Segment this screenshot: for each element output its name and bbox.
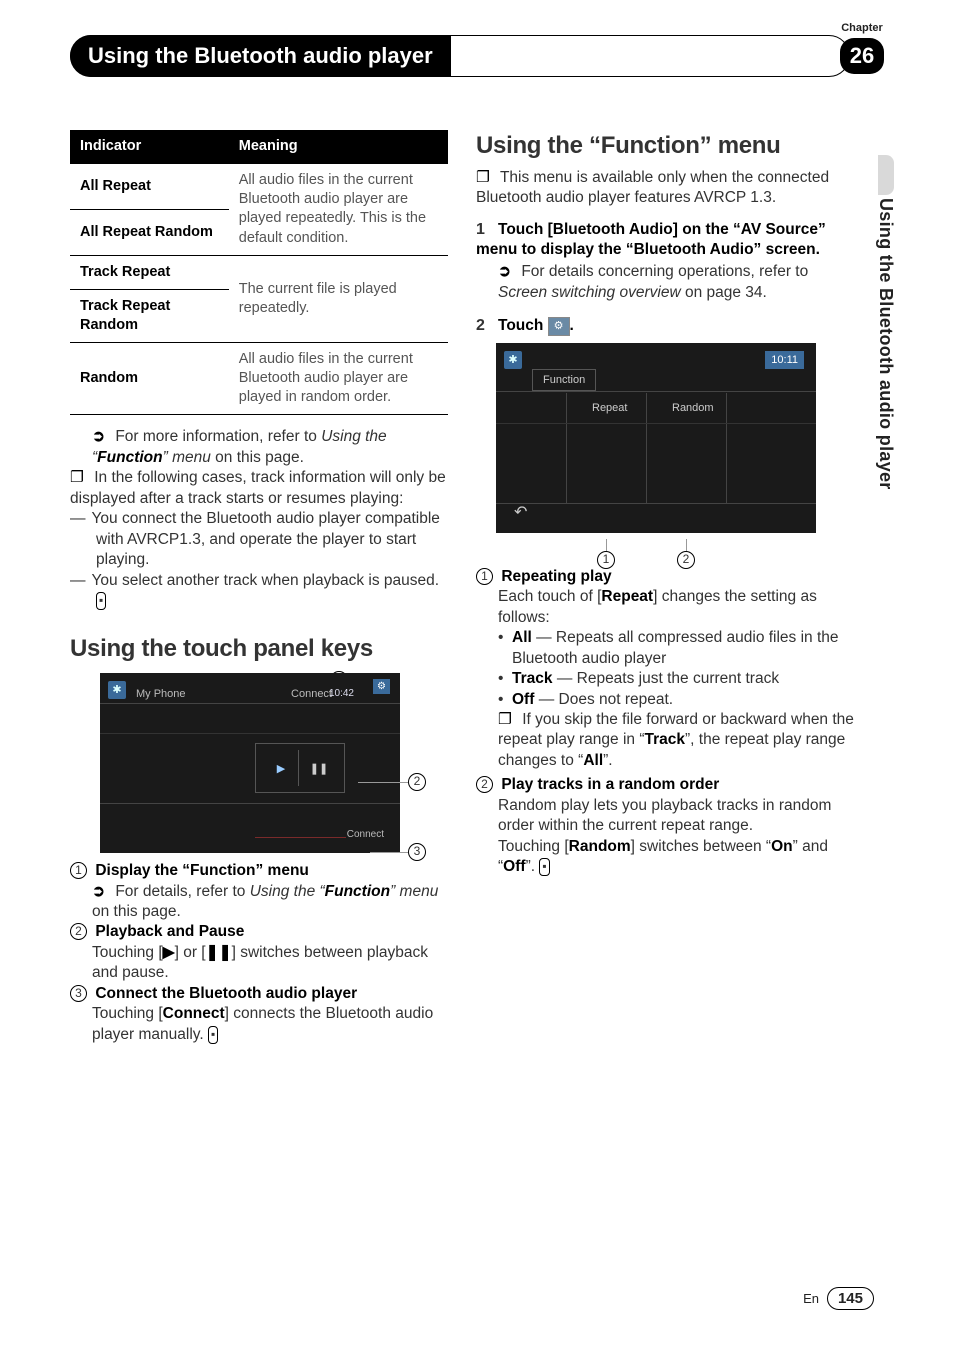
num-3: 3 <box>70 985 87 1002</box>
heading-touch-panel: Using the touch panel keys <box>70 633 448 665</box>
func-2: 2 Play tracks in a random order Random p… <box>476 775 854 877</box>
callout-3: 3 <box>408 843 426 861</box>
th-meaning: Meaning <box>229 130 448 164</box>
right-column: Using the “Function” menu This menu is a… <box>476 130 854 1045</box>
row-track-repeat: Track Repeat <box>70 255 229 289</box>
chapter-label: Chapter <box>840 22 884 34</box>
side-tab-marker <box>878 155 894 195</box>
dash-select: You select another track when playback i… <box>96 571 448 612</box>
page-footer: En 145 <box>803 1287 874 1310</box>
key-3: 3 Connect the Bluetooth audio player Tou… <box>70 984 448 1045</box>
step-1: 1Touch [Bluetooth Audio] on the “AV Sour… <box>476 219 854 304</box>
key-2: 2 Playback and Pause Touching [▶] or [❚❚… <box>70 922 448 983</box>
side-tab-text: Using the Bluetooth audio player <box>875 198 896 490</box>
bluetooth-icon: ✱ <box>108 681 126 699</box>
func-1: 1 Repeating play Each touch of [Repeat] … <box>476 567 854 772</box>
note-avrcp: This menu is available only when the con… <box>476 168 854 209</box>
th-indicator: Indicator <box>70 130 229 164</box>
key-1-ref: For details, refer to Using the “Functio… <box>70 882 448 923</box>
func-2-body1: Random play lets you playback tracks in … <box>476 796 854 837</box>
random-button: Random <box>672 401 714 416</box>
settings-icon: ⚙ <box>373 679 390 694</box>
callout-r2: 2 <box>677 551 695 569</box>
device-name: My Phone <box>136 687 186 702</box>
touch-panel-screenshot: ✱ My Phone Connect ⚙ 10:42 ▶ ❚❚ Connect <box>100 673 400 853</box>
step-2: 2Touch ⚙. <box>476 315 854 336</box>
func-1-note: If you skip the file forward or backward… <box>476 710 854 771</box>
clock: 10:42 <box>329 679 354 700</box>
end-of-section-icon: ▪ <box>96 592 106 610</box>
dash-list: You connect the Bluetooth audio player c… <box>70 509 448 611</box>
opt-track: Track — Repeats just the current track <box>498 669 854 689</box>
func-2-body2: Touching [Random] switches between “On” … <box>476 837 854 878</box>
connect-label-bottom: Connect <box>347 828 384 841</box>
lang-label: En <box>803 1291 819 1306</box>
end-of-section-icon: ▪ <box>539 858 549 876</box>
num-r2: 2 <box>476 776 493 793</box>
meaning-track-repeat: The current file is played repeatedly. <box>229 255 448 342</box>
indicator-table: Indicator Meaning All Repeat All audio f… <box>70 130 448 415</box>
heading-function-menu: Using the “Function” menu <box>476 130 854 162</box>
connect-label-top: Connect <box>291 687 332 702</box>
row-all-repeat-random: All Repeat Random <box>70 209 229 255</box>
page-title: Using the Bluetooth audio player <box>70 35 451 77</box>
opt-off: Off — Does not repeat. <box>498 690 854 710</box>
callout-r1: 1 <box>597 551 615 569</box>
pause-icon: ❚❚ <box>304 754 334 784</box>
row-random: Random <box>70 343 229 415</box>
settings-button-icon: ⚙ <box>548 317 570 336</box>
end-of-section-icon: ▪ <box>208 1026 218 1044</box>
side-tab: Using the Bluetooth audio player <box>866 190 894 560</box>
key-2-body: Touching [▶] or [❚❚] switches between pl… <box>70 943 448 984</box>
repeat-button: Repeat <box>592 401 627 416</box>
key-3-body: Touching [Connect] connects the Bluetoot… <box>70 1004 448 1045</box>
func-1-options: All — Repeats all compressed audio files… <box>476 628 854 710</box>
note-track-info: In the following cases, track informatio… <box>70 468 448 509</box>
key-1: 1 Display the “Function” menu For detail… <box>70 861 448 922</box>
back-icon: ↶ <box>514 502 527 523</box>
bluetooth-icon: ✱ <box>504 351 522 369</box>
meaning-all-repeat: All audio files in the current Bluetooth… <box>229 164 448 256</box>
clock2: 10:11 <box>765 351 804 370</box>
func-1-body: Each touch of [Repeat] changes the setti… <box>476 587 854 628</box>
page-number: 145 <box>827 1287 874 1310</box>
callout-2: 2 <box>408 773 426 791</box>
dash-connect: You connect the Bluetooth audio player c… <box>96 509 448 570</box>
row-track-repeat-random: Track Repeat Random <box>70 289 229 342</box>
play-icon: ▶ <box>266 754 296 784</box>
num-2: 2 <box>70 923 87 940</box>
function-menu-screenshot: ✱ 10:11 Function Repeat Random ↶ <box>496 343 816 533</box>
step-1-ref: For details concerning operations, refer… <box>476 262 854 303</box>
num-1: 1 <box>70 862 87 879</box>
page-header: Using the Bluetooth audio player <box>70 35 884 77</box>
opt-all: All — Repeats all compressed audio files… <box>498 628 854 669</box>
num-r1: 1 <box>476 568 493 585</box>
row-all-repeat: All Repeat <box>70 164 229 210</box>
function-tab: Function <box>532 369 596 392</box>
ref-more-info: For more information, refer to Using the… <box>70 427 448 468</box>
meaning-random: All audio files in the current Bluetooth… <box>229 343 448 415</box>
left-column: Indicator Meaning All Repeat All audio f… <box>70 130 448 1045</box>
